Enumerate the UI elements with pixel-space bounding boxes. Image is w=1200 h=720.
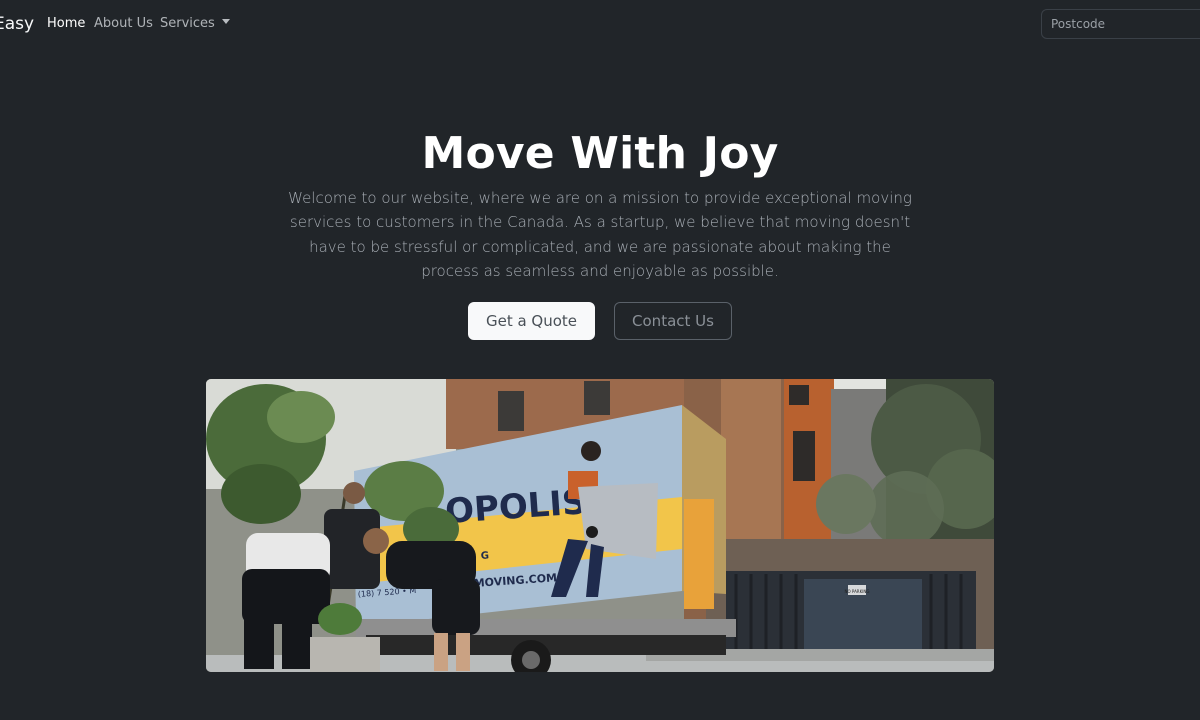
hero-title: Move With Joy <box>421 128 779 179</box>
moving-scene-illustration: NO PARKING OPOLIS G MOVING.COM (18) 7 52… <box>206 379 994 672</box>
contact-us-button[interactable]: Contact Us <box>614 302 732 340</box>
no-parking-sign-text: NO PARKING <box>845 589 870 594</box>
hero-lead-text: Welcome to our website, where we are on … <box>288 189 912 280</box>
caret-down-icon <box>221 19 230 24</box>
nav-dropdown-services-label: Services <box>160 16 215 31</box>
navbar: Easy Home About Us Services <box>0 0 1200 48</box>
truck-sub-text: G <box>480 550 489 562</box>
get-a-quote-button[interactable]: Get a Quote <box>468 302 595 340</box>
brand-logo[interactable]: Easy <box>0 14 34 34</box>
postcode-input[interactable] <box>1041 9 1200 39</box>
nav-dropdown-services[interactable]: Services <box>160 16 230 32</box>
hero-moving-truck-image: NO PARKING OPOLIS G MOVING.COM (18) 7 52… <box>206 379 994 672</box>
nav-link-home[interactable]: Home <box>47 16 85 32</box>
nav-link-about-us[interactable]: About Us <box>94 16 153 32</box>
